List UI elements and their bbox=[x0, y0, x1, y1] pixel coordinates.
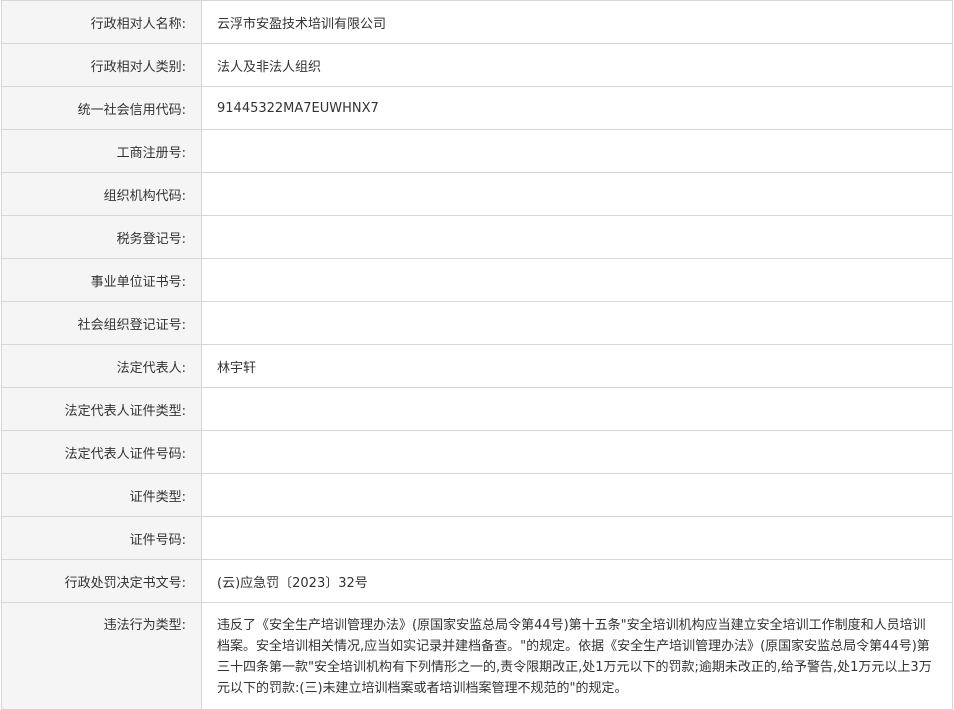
table-row: 行政处罚决定书文号: (云)应急罚〔2023〕32号 bbox=[1, 559, 953, 603]
field-value bbox=[201, 215, 953, 259]
field-value bbox=[201, 172, 953, 216]
field-label: 法定代表人证件号码: bbox=[1, 430, 202, 474]
field-label: 法定代表人: bbox=[1, 344, 202, 388]
table-row: 事业单位证书号: bbox=[1, 258, 953, 302]
table-row: 违法行为类型: 违反了《安全生产培训管理办法》(原国家安监总局令第44号)第十五… bbox=[1, 602, 953, 710]
field-label: 行政处罚决定书文号: bbox=[1, 559, 202, 603]
table-row: 组织机构代码: bbox=[1, 172, 953, 216]
table-row: 行政相对人类别: 法人及非法人组织 bbox=[1, 43, 953, 87]
table-row: 法定代表人: 林宇轩 bbox=[1, 344, 953, 388]
field-label: 证件类型: bbox=[1, 473, 202, 517]
penalty-info-table: 行政相对人名称: 云浮市安盈技术培训有限公司 行政相对人类别: 法人及非法人组织… bbox=[1, 0, 953, 710]
field-value bbox=[201, 387, 953, 431]
table-row: 税务登记号: bbox=[1, 215, 953, 259]
field-label: 行政相对人名称: bbox=[1, 0, 202, 44]
field-label: 社会组织登记证号: bbox=[1, 301, 202, 345]
table-row: 法定代表人证件号码: bbox=[1, 430, 953, 474]
field-value bbox=[201, 258, 953, 302]
field-value: 云浮市安盈技术培训有限公司 bbox=[201, 0, 953, 44]
field-value: 法人及非法人组织 bbox=[201, 43, 953, 87]
table-row: 证件号码: bbox=[1, 516, 953, 560]
table-row: 证件类型: bbox=[1, 473, 953, 517]
field-label: 事业单位证书号: bbox=[1, 258, 202, 302]
violation-description: 违反了《安全生产培训管理办法》(原国家安监总局令第44号)第十五条"安全培训机构… bbox=[201, 602, 953, 710]
table-row: 工商注册号: bbox=[1, 129, 953, 173]
field-label: 统一社会信用代码: bbox=[1, 86, 202, 130]
field-value bbox=[201, 301, 953, 345]
field-label: 工商注册号: bbox=[1, 129, 202, 173]
table-row: 统一社会信用代码: 91445322MA7EUWHNX7 bbox=[1, 86, 953, 130]
field-value: (云)应急罚〔2023〕32号 bbox=[201, 559, 953, 603]
field-value bbox=[201, 516, 953, 560]
table-row: 法定代表人证件类型: bbox=[1, 387, 953, 431]
field-value bbox=[201, 129, 953, 173]
field-label: 法定代表人证件类型: bbox=[1, 387, 202, 431]
table-row: 社会组织登记证号: bbox=[1, 301, 953, 345]
field-label: 违法行为类型: bbox=[1, 602, 202, 710]
field-label: 组织机构代码: bbox=[1, 172, 202, 216]
field-label: 行政相对人类别: bbox=[1, 43, 202, 87]
field-value: 91445322MA7EUWHNX7 bbox=[201, 86, 953, 130]
field-label: 证件号码: bbox=[1, 516, 202, 560]
field-value bbox=[201, 473, 953, 517]
table-row: 行政相对人名称: 云浮市安盈技术培训有限公司 bbox=[1, 0, 953, 44]
field-value: 林宇轩 bbox=[201, 344, 953, 388]
field-value bbox=[201, 430, 953, 474]
field-label: 税务登记号: bbox=[1, 215, 202, 259]
